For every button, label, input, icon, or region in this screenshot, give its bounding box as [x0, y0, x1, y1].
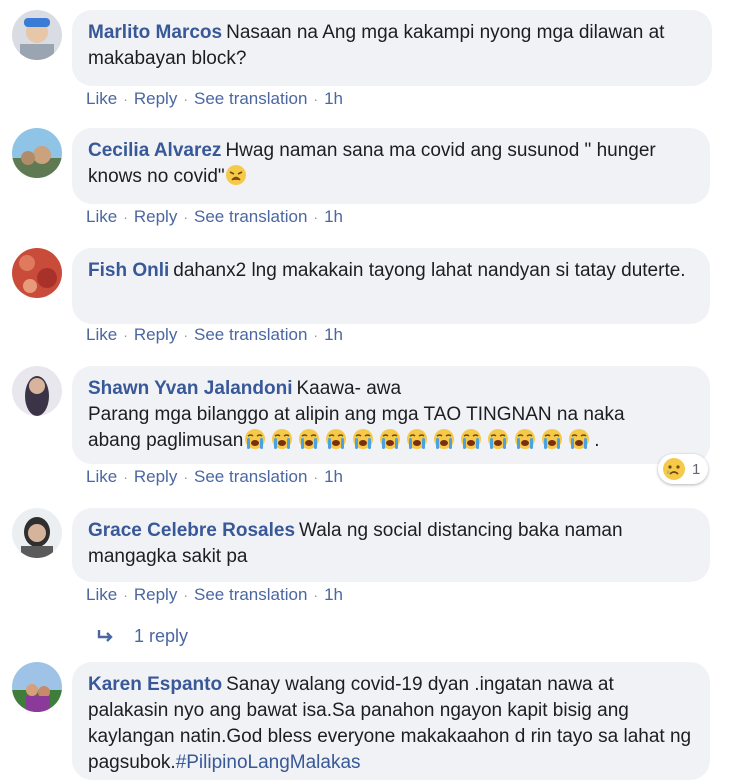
separator-dot: ·: [123, 209, 128, 225]
comment-bubble: Grace Celebre Rosales Wala ng social dist…: [72, 508, 710, 582]
reply-link[interactable]: Reply: [134, 585, 177, 604]
separator-dot: ·: [183, 469, 188, 485]
see-translation-link[interactable]: See translation: [194, 325, 307, 344]
reaction-count: 1: [692, 460, 701, 478]
separator-dot: ·: [123, 587, 128, 603]
loudly-crying-face-emoji: [407, 429, 428, 449]
comment-text-line: Parang mga bilanggo at alipin ang mga TA…: [88, 404, 625, 425]
separator-dot: ·: [313, 469, 319, 485]
reply-link[interactable]: Reply: [134, 207, 177, 226]
like-link[interactable]: Like: [86, 207, 117, 226]
comment-bubble: Marlito Marcos Nasaan na Ang mga kakampi …: [72, 10, 712, 86]
separator-dot: ·: [123, 91, 128, 107]
hashtag-link[interactable]: #PilipinoLangMalakas: [176, 752, 361, 773]
see-translation-link[interactable]: See translation: [194, 585, 307, 604]
avatar[interactable]: [12, 366, 62, 416]
comment-bubble: Fish Onli dahanx2 lng makakain tayong lah…: [72, 248, 710, 324]
comment-actions: Like · Reply · See translation · 1h: [86, 585, 343, 605]
reply-arrow-icon: [97, 629, 113, 642]
comment-bubble: Cecilia Alvarez Hwag naman sana ma covid …: [72, 128, 710, 204]
timestamp[interactable]: 1h: [324, 89, 343, 108]
timestamp[interactable]: 1h: [324, 467, 343, 486]
comment-text: dahanx2 lng makakain tayong lahat nandya…: [173, 260, 686, 281]
author-name[interactable]: Marlito Marcos: [88, 22, 222, 43]
avatar[interactable]: [12, 662, 62, 712]
author-name[interactable]: Cecilia Alvarez: [88, 140, 221, 161]
avatar[interactable]: [12, 10, 62, 60]
crying-emoji-group: [243, 429, 594, 451]
separator-dot: ·: [183, 209, 188, 225]
loudly-crying-face-emoji: [272, 429, 293, 449]
view-replies-link[interactable]: 1 reply: [96, 626, 188, 647]
separator-dot: ·: [183, 91, 188, 107]
loudly-crying-face-emoji: [245, 429, 266, 449]
loudly-crying-face-emoji: [326, 429, 347, 449]
like-link[interactable]: Like: [86, 89, 117, 108]
avatar[interactable]: [12, 128, 62, 178]
reaction-count-badge[interactable]: 1: [658, 454, 709, 484]
see-translation-link[interactable]: See translation: [194, 207, 307, 226]
comment-text-fragment: abang paglimusan: [88, 430, 244, 451]
separator-dot: ·: [183, 587, 188, 603]
like-link[interactable]: Like: [86, 585, 117, 604]
like-link[interactable]: Like: [86, 325, 117, 344]
separator-dot: ·: [123, 469, 128, 485]
like-link[interactable]: Like: [86, 467, 117, 486]
reply-link[interactable]: Reply: [134, 467, 177, 486]
weary-face-emoji: [225, 165, 246, 185]
separator-dot: ·: [313, 327, 319, 343]
avatar[interactable]: [12, 248, 62, 298]
comment-actions: Like · Reply · See translation · 1h: [86, 89, 343, 109]
see-translation-link[interactable]: See translation: [194, 89, 307, 108]
comment-actions: Like · Reply · See translation · 1h: [86, 207, 343, 227]
separator-dot: ·: [183, 327, 188, 343]
avatar[interactable]: [12, 508, 62, 558]
loudly-crying-face-emoji: [488, 429, 509, 449]
separator-dot: ·: [313, 91, 319, 107]
loudly-crying-face-emoji: [461, 429, 482, 449]
see-translation-link[interactable]: See translation: [194, 467, 307, 486]
author-name[interactable]: Grace Celebre Rosales: [88, 520, 295, 541]
reply-link[interactable]: Reply: [134, 325, 177, 344]
timestamp[interactable]: 1h: [324, 207, 343, 226]
separator-dot: ·: [313, 209, 319, 225]
separator-dot: ·: [123, 327, 128, 343]
timestamp[interactable]: 1h: [324, 585, 343, 604]
loudly-crying-face-emoji: [515, 429, 536, 449]
separator-dot: ·: [313, 587, 319, 603]
comment-text-line: abang paglimusan.: [88, 428, 694, 454]
author-name[interactable]: Fish Onli: [88, 260, 169, 281]
replies-count: 1 reply: [134, 626, 189, 646]
loudly-crying-face-emoji: [569, 429, 590, 449]
timestamp[interactable]: 1h: [324, 325, 343, 344]
comment-actions: Like · Reply · See translation · 1h: [86, 325, 343, 345]
author-name[interactable]: Shawn Yvan Jalandoni: [88, 378, 293, 399]
author-name[interactable]: Karen Espanto: [88, 674, 222, 695]
loudly-crying-face-emoji: [380, 429, 401, 449]
comment-bubble: Shawn Yvan Jalandoni Kaawa- awa Parang mg…: [72, 366, 710, 464]
comment-text-fragment: .: [594, 430, 600, 451]
reply-link[interactable]: Reply: [134, 89, 177, 108]
sad-reaction-icon: [663, 458, 685, 480]
comment-actions: Like · Reply · See translation · 1h: [86, 467, 343, 487]
loudly-crying-face-emoji: [542, 429, 563, 449]
loudly-crying-face-emoji: [434, 429, 455, 449]
loudly-crying-face-emoji: [299, 429, 320, 449]
comment-text: Kaawa- awa: [296, 378, 402, 399]
loudly-crying-face-emoji: [353, 429, 374, 449]
comment-bubble: Karen Espanto Sanay walang covid-19 dyan …: [72, 662, 710, 780]
